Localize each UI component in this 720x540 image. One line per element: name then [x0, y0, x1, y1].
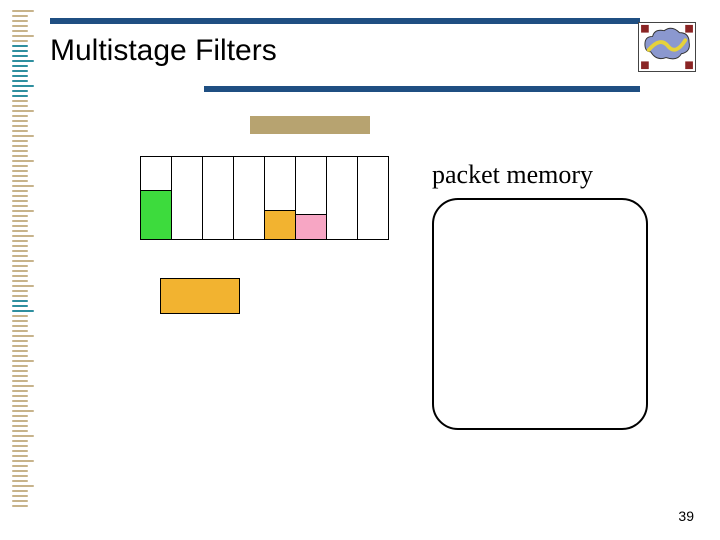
filter-bucket — [357, 156, 389, 240]
title-stub — [250, 116, 370, 134]
filter-bucket — [233, 156, 265, 240]
filter-bucket — [202, 156, 234, 240]
filter-bucket — [264, 156, 296, 240]
filter-bucket — [140, 156, 172, 240]
title-rule-bottom — [204, 86, 640, 92]
packet-memory-label: packet memory — [432, 160, 593, 190]
filter-bucket — [171, 156, 203, 240]
title-rule-top — [50, 18, 640, 24]
filter-stage-chart — [140, 156, 396, 240]
slide-logo — [638, 22, 696, 72]
packet-memory-box — [432, 198, 648, 430]
slide-number: 39 — [678, 508, 694, 524]
filter-bucket — [326, 156, 358, 240]
left-ruler — [12, 0, 34, 540]
filter-bucket — [295, 156, 327, 240]
router-cloud-icon — [639, 23, 695, 71]
incoming-packet — [160, 278, 240, 314]
slide-title: Multistage Filters — [50, 34, 277, 68]
